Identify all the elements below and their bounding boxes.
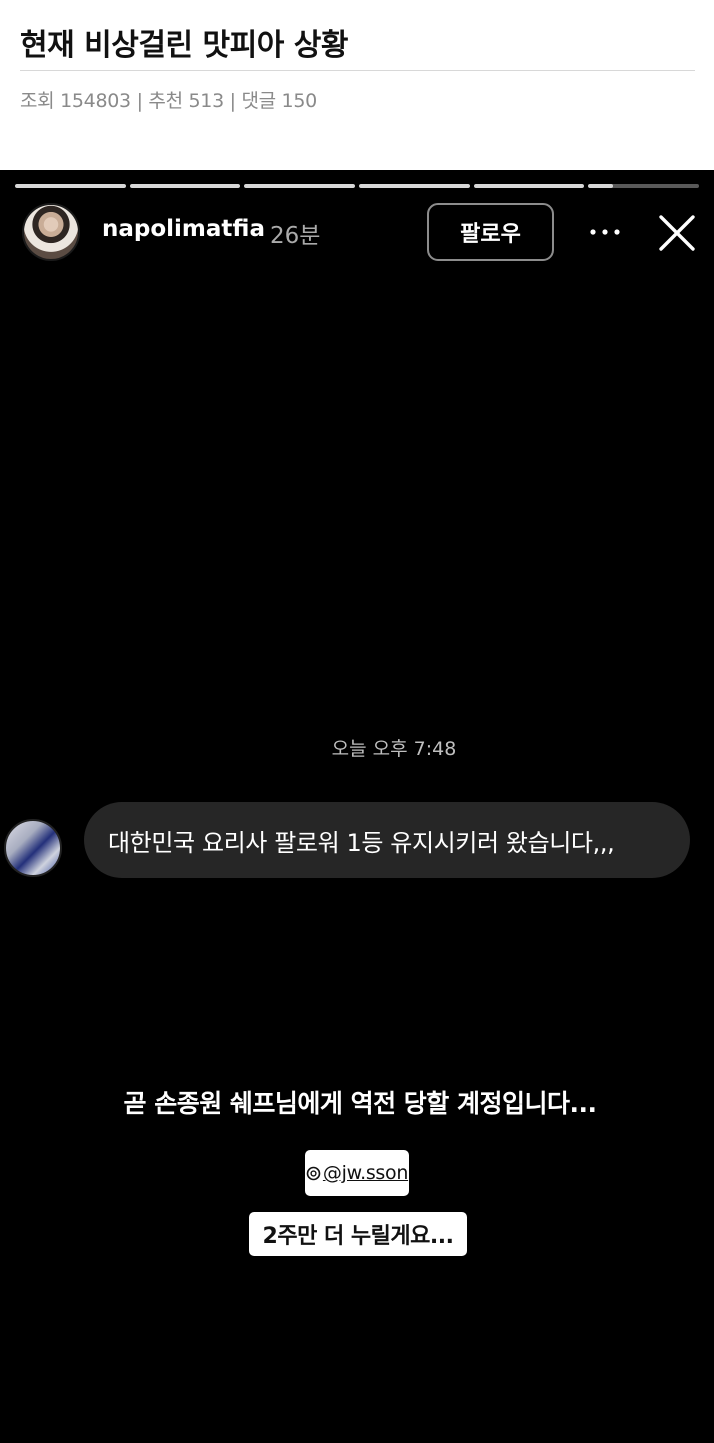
progress-segment-fill [15,184,126,188]
progress-segment [473,184,585,188]
story-username[interactable]: napolimatfia [102,216,265,242]
more-horizontal-icon[interactable] [583,220,627,244]
profile-avatar[interactable] [22,203,80,261]
story-caption: 곧 손종원 쉐프님에게 역전 당할 계정입니다... [123,1089,597,1118]
threads-icon [306,1166,321,1181]
progress-segment [359,184,470,188]
progress-segment [15,184,126,188]
mention-text: @jw.sson [322,1162,409,1184]
sender-avatar [4,819,62,877]
title-divider [20,70,695,71]
progress-segment [244,184,356,188]
progress-segment-fill [359,184,470,188]
progress-segment [129,184,241,188]
progress-segment-fill [473,184,585,188]
story-time-ago: 26분 [270,223,321,249]
post-header: 현재 비상걸린 맛피아 상황 조회 154803 | 추천 513 | 댓글 1… [0,0,714,170]
story-sub-caption: 2주만 더 누릴게요... [249,1212,467,1256]
post-stats: 조회 154803 | 추천 513 | 댓글 150 [20,90,317,112]
dm-timestamp: 오늘 오후 7:48 [331,738,457,760]
progress-segment [588,184,700,188]
story-viewer[interactable]: napolimatfia 26분 팔로우 오늘 오후 7:48 대한민국 요리사… [0,170,714,1443]
dm-message-text: 대한민국 요리사 팔로워 1등 유지시키러 왔습니다,,, [108,828,615,857]
close-icon[interactable] [656,212,698,254]
post-title: 현재 비상걸린 맛피아 상황 [20,28,348,63]
follow-button[interactable]: 팔로우 [427,203,554,261]
progress-segment-fill [129,184,241,188]
mention-sticker[interactable]: @jw.sson [305,1150,409,1196]
story-progress-bar [15,184,700,188]
dm-message-bubble: 대한민국 요리사 팔로워 1등 유지시키러 왔습니다,,, [84,802,690,878]
progress-segment-fill [588,184,613,188]
progress-segment-fill [244,184,356,188]
